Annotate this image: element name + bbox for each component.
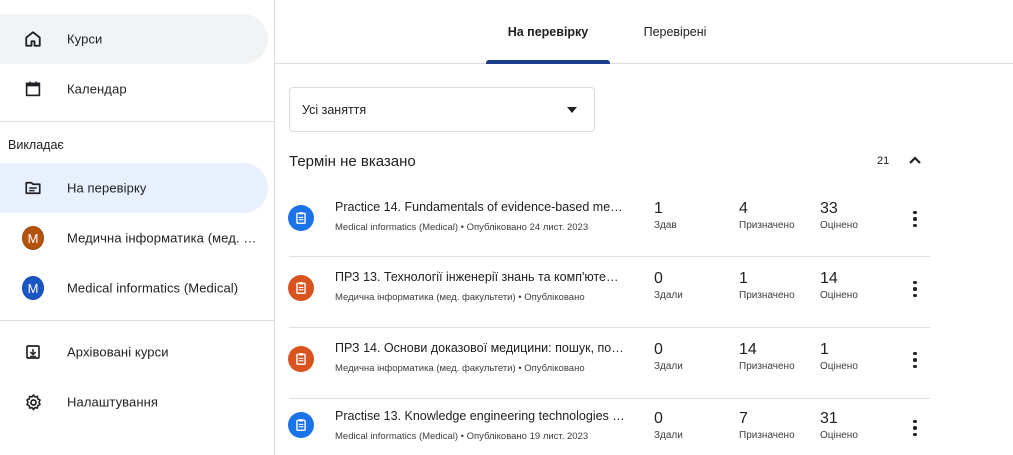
turned-in-stat: 0 Здали	[654, 410, 683, 441]
assignment-icon	[288, 412, 314, 438]
sidebar-item-calendar[interactable]: Календар	[0, 64, 268, 114]
assigned-label: Призначено	[739, 361, 795, 372]
class-filter-value: Усі заняття	[302, 102, 367, 117]
assigned-label: Призначено	[739, 290, 795, 301]
assignment-icon	[288, 205, 314, 231]
assigned-count: 7	[739, 410, 748, 427]
sidebar-item-course-med-inf-ua[interactable]: М Медична інформатика (мед. факультети)	[0, 213, 268, 263]
assignment-icon	[288, 275, 314, 301]
sidebar: Курси Календар Викладає На перевірку М М…	[0, 0, 275, 455]
graded-count: 33	[820, 200, 838, 217]
calendar-icon	[22, 78, 44, 100]
assigned-stat: 7 Призначено	[739, 410, 795, 441]
graded-label: Оцінено	[820, 290, 858, 301]
graded-stat: 31 Оцінено	[820, 410, 858, 441]
assignment-title: Practise 13. Knowledge engineering techn…	[335, 409, 625, 423]
assigned-label: Призначено	[739, 430, 795, 441]
graded-count: 14	[820, 270, 838, 287]
assigned-count: 1	[739, 270, 748, 287]
graded-count: 31	[820, 410, 838, 427]
assignment-subtitle: Medical informatics (Medical) • Опубліко…	[335, 431, 589, 442]
divider	[0, 121, 275, 122]
graded-label: Оцінено	[820, 361, 858, 372]
assignment-row[interactable]: Practice 14. Fundamentals of evidence-ba…	[275, 193, 930, 257]
graded-label: Оцінено	[820, 220, 858, 231]
chevron-up-icon	[909, 156, 921, 164]
turned-in-count: 0	[654, 270, 663, 287]
sidebar-item-archived[interactable]: Архівовані курси	[0, 327, 268, 377]
graded-stat: 1 Оцінено	[820, 341, 858, 372]
to-review-icon	[22, 177, 44, 199]
turned-in-label: Здав	[654, 220, 677, 231]
turned-in-label: Здали	[654, 361, 683, 372]
collapse-group-button[interactable]	[905, 150, 925, 170]
sidebar-item-courses[interactable]: Курси	[0, 14, 268, 64]
assigned-label: Призначено	[739, 220, 795, 231]
assignment-row[interactable]: Practise 13. Knowledge engineering techn…	[275, 398, 930, 455]
turned-in-count: 1	[654, 200, 663, 217]
group-title: Термін не вказано	[289, 153, 416, 170]
group-count: 21	[877, 155, 890, 167]
more-options-icon[interactable]	[905, 277, 925, 301]
divider	[0, 320, 275, 321]
assignment-row[interactable]: ПРЗ 14. Основи доказової медицини: пошук…	[275, 334, 930, 398]
caret-down-icon	[567, 107, 577, 113]
assigned-stat: 4 Призначено	[739, 200, 795, 231]
assigned-stat: 14 Призначено	[739, 341, 795, 372]
home-icon	[22, 28, 44, 50]
graded-stat: 33 Оцінено	[820, 200, 858, 231]
sidebar-item-label: Налаштування	[67, 394, 159, 410]
graded-stat: 14 Оцінено	[820, 270, 858, 301]
turned-in-stat: 0 Здали	[654, 341, 683, 372]
tab-to-review[interactable]: На перевірку	[486, 0, 610, 64]
course-avatar-wrap: М	[22, 226, 44, 250]
sidebar-item-label: Архівовані курси	[67, 344, 169, 360]
assignment-subtitle: Медична інформатика (мед. факультети) • …	[335, 363, 585, 374]
assigned-stat: 1 Призначено	[739, 270, 795, 301]
sidebar-item-label: Medical informatics (Medical)	[67, 280, 239, 296]
sidebar-item-to-review[interactable]: На перевірку	[0, 163, 268, 213]
assignment-title: ПРЗ 14. Основи доказової медицини: пошук…	[335, 341, 625, 355]
turned-in-stat: 1 Здав	[654, 200, 677, 231]
graded-label: Оцінено	[820, 430, 858, 441]
row-separator	[289, 327, 930, 328]
archive-icon	[22, 341, 44, 363]
more-options-icon[interactable]	[905, 416, 925, 440]
tabs-bar: На перевірку Перевірені	[275, 0, 1013, 64]
tab-reviewed[interactable]: Перевірені	[620, 0, 730, 64]
assignment-title: Practice 14. Fundamentals of evidence-ba…	[335, 200, 625, 214]
sidebar-item-label: На перевірку	[67, 180, 147, 196]
sidebar-item-label: Курси	[67, 31, 103, 47]
active-tab-indicator	[486, 60, 610, 64]
more-options-icon[interactable]	[905, 348, 925, 372]
graded-count: 1	[820, 341, 829, 358]
assignment-subtitle: Medical informatics (Medical) • Опубліко…	[335, 222, 589, 233]
assignment-title: ПРЗ 13. Технології інженерії знань та ко…	[335, 270, 625, 284]
class-filter-select[interactable]: Усі заняття	[289, 87, 595, 132]
assigned-count: 4	[739, 200, 748, 217]
avatar: М	[22, 226, 44, 250]
sidebar-item-course-med-inf-en[interactable]: M Medical informatics (Medical)	[0, 263, 268, 313]
course-avatar-wrap: M	[22, 276, 44, 300]
assigned-count: 14	[739, 341, 757, 358]
settings-icon	[22, 391, 44, 413]
sidebar-item-settings[interactable]: Налаштування	[0, 377, 268, 427]
assignment-subtitle: Медична інформатика (мед. факультети) • …	[335, 292, 585, 303]
turned-in-stat: 0 Здали	[654, 270, 683, 301]
turned-in-count: 0	[654, 410, 663, 427]
turned-in-count: 0	[654, 341, 663, 358]
turned-in-label: Здали	[654, 430, 683, 441]
section-heading-teaching: Викладає	[8, 138, 64, 152]
more-options-icon[interactable]	[905, 207, 925, 231]
row-separator	[289, 256, 930, 257]
turned-in-label: Здали	[654, 290, 683, 301]
avatar: M	[22, 276, 44, 300]
sidebar-item-label: Календар	[67, 81, 127, 97]
sidebar-item-label: Медична інформатика (мед. факультети)	[67, 230, 257, 246]
assignment-row[interactable]: ПРЗ 13. Технології інженерії знань та ко…	[275, 263, 930, 327]
assignment-icon	[288, 346, 314, 372]
